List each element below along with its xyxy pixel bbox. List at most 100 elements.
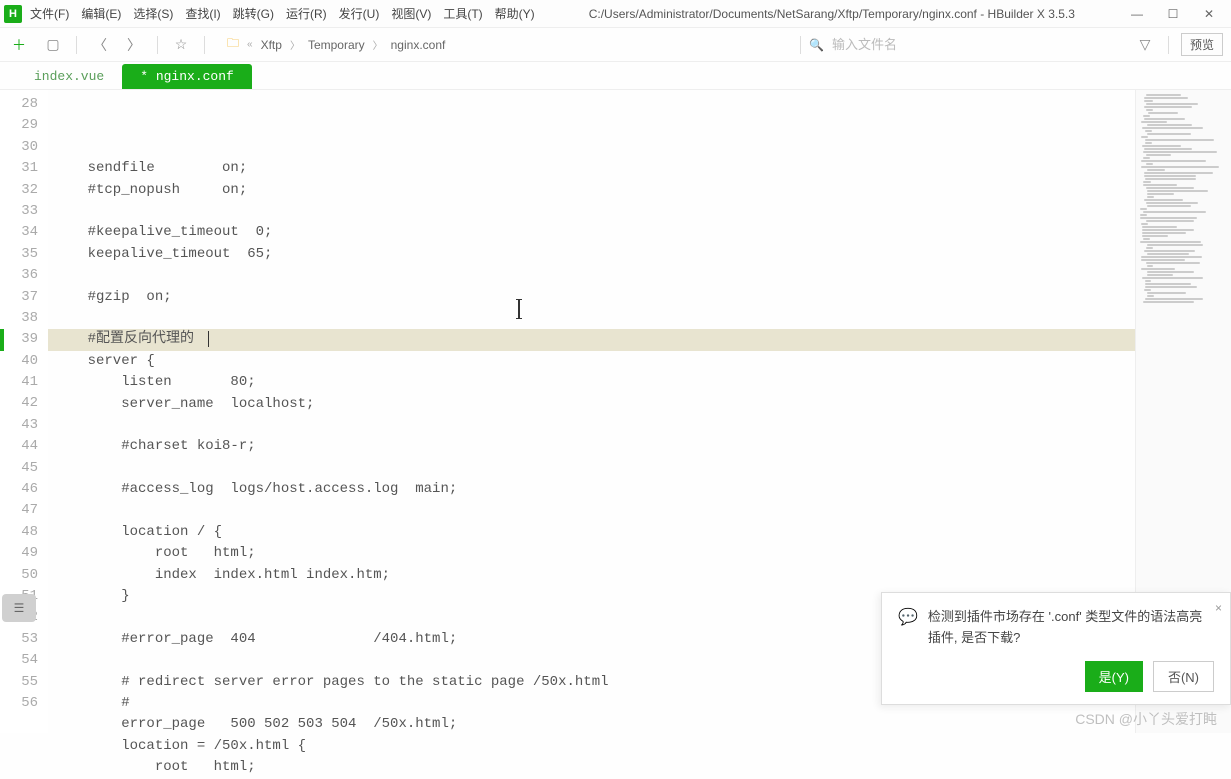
- code-line[interactable]: root html;: [48, 757, 1135, 778]
- menu-tools[interactable]: 工具(T): [443, 5, 482, 22]
- code-line[interactable]: #charset koi8-r;: [48, 436, 1135, 457]
- minimap-line: [1146, 154, 1170, 156]
- favorite-icon[interactable]: ☆: [170, 34, 192, 56]
- code-line[interactable]: index index.html index.htm;: [48, 565, 1135, 586]
- minimap-line: [1146, 163, 1153, 165]
- code-line[interactable]: #keepalive_timeout 0;: [48, 222, 1135, 243]
- search-icon[interactable]: 🔍: [809, 38, 824, 52]
- tab-nginx-conf[interactable]: * nginx.conf: [122, 64, 252, 89]
- minimap-line: [1146, 247, 1153, 249]
- file-search: 🔍: [800, 36, 1112, 54]
- nav-back-icon[interactable]: 〈: [89, 34, 111, 56]
- folder-icon[interactable]: 🗀: [227, 34, 239, 55]
- minimap-line: [1143, 115, 1150, 117]
- list-icon: ☰: [14, 601, 25, 615]
- code-line[interactable]: [48, 265, 1135, 286]
- minimap-line: [1144, 97, 1188, 99]
- close-icon[interactable]: ×: [1215, 601, 1222, 615]
- preview-button[interactable]: 预览: [1181, 33, 1223, 56]
- minimap-line: [1145, 142, 1152, 144]
- editor-tabs: index.vue * nginx.conf: [0, 62, 1231, 90]
- minimap-line: [1141, 256, 1202, 258]
- line-number-gutter: 2829303132333435363738394041424344454647…: [0, 90, 48, 733]
- line-number: 28: [0, 94, 38, 115]
- tab-index-vue[interactable]: index.vue: [16, 64, 122, 89]
- minimap-line: [1146, 109, 1153, 111]
- line-number: 39: [0, 329, 38, 350]
- main-menu: 文件(F) 编辑(E) 选择(S) 查找(I) 跳转(G) 运行(R) 发行(U…: [30, 5, 535, 22]
- line-number: 43: [0, 415, 38, 436]
- menu-find[interactable]: 查找(I): [185, 5, 220, 22]
- search-input[interactable]: [832, 37, 1112, 52]
- menu-select[interactable]: 选择(S): [133, 5, 173, 22]
- no-button[interactable]: 否(N): [1153, 661, 1214, 692]
- breadcrumb-item[interactable]: Temporary: [308, 38, 365, 52]
- line-number: 46: [0, 479, 38, 500]
- separator: [157, 36, 158, 54]
- breadcrumb-collapse[interactable]: «: [247, 39, 253, 50]
- minimap-line: [1147, 169, 1164, 171]
- code-line[interactable]: location / {: [48, 522, 1135, 543]
- outline-toggle-button[interactable]: ☰: [2, 594, 36, 622]
- minimap-line: [1147, 253, 1189, 255]
- filter-icon[interactable]: ▽: [1134, 34, 1156, 56]
- save-icon[interactable]: ▢: [42, 34, 64, 56]
- nav-forward-icon[interactable]: 〉: [123, 34, 145, 56]
- minimap-line: [1144, 106, 1192, 108]
- code-line[interactable]: #tcp_nopush on;: [48, 180, 1135, 201]
- code-line[interactable]: [48, 500, 1135, 521]
- minimap-line: [1145, 280, 1152, 282]
- code-line[interactable]: [48, 201, 1135, 222]
- minimap-line: [1144, 148, 1192, 150]
- code-line[interactable]: #配置反向代理的: [48, 329, 1135, 350]
- menu-view[interactable]: 视图(V): [391, 5, 431, 22]
- minimap-line: [1147, 190, 1208, 192]
- toolbar: ＋ ▢ 〈 〉 ☆ 🗀 « Xftp 〉 Temporary 〉 nginx.c…: [0, 28, 1231, 62]
- minimap-line: [1141, 223, 1148, 225]
- minimap-line: [1147, 274, 1173, 276]
- line-number: 48: [0, 522, 38, 543]
- code-line[interactable]: #gzip on;: [48, 287, 1135, 308]
- minimap-line: [1140, 214, 1147, 216]
- minimap-line: [1147, 271, 1195, 273]
- minimap-line: [1143, 151, 1217, 153]
- maximize-button[interactable]: ☐: [1165, 7, 1181, 21]
- menu-help[interactable]: 帮助(Y): [495, 5, 535, 22]
- code-line[interactable]: root html;: [48, 543, 1135, 564]
- menu-file[interactable]: 文件(F): [30, 5, 69, 22]
- code-line[interactable]: listen 80;: [48, 372, 1135, 393]
- window-controls: — ☐ ✕: [1129, 7, 1227, 21]
- minimap-line: [1145, 286, 1197, 288]
- minimap-line: [1143, 181, 1152, 183]
- minimize-button[interactable]: —: [1129, 7, 1145, 21]
- breadcrumb-item[interactable]: nginx.conf: [391, 38, 446, 52]
- menu-publish[interactable]: 发行(U): [339, 5, 380, 22]
- minimap-line: [1147, 196, 1154, 198]
- menu-edit[interactable]: 编辑(E): [81, 5, 121, 22]
- line-number: 37: [0, 287, 38, 308]
- code-line[interactable]: location = /50x.html {: [48, 736, 1135, 757]
- yes-button[interactable]: 是(Y): [1085, 661, 1143, 692]
- breadcrumb: 🗀 « Xftp 〉 Temporary 〉 nginx.conf: [227, 34, 788, 55]
- line-number: 42: [0, 393, 38, 414]
- separator: [76, 36, 77, 54]
- menu-goto[interactable]: 跳转(G): [233, 5, 274, 22]
- minimap-line: [1144, 175, 1196, 177]
- close-button[interactable]: ✕: [1201, 7, 1217, 21]
- code-line[interactable]: [48, 415, 1135, 436]
- code-line[interactable]: server {: [48, 351, 1135, 372]
- breadcrumb-item[interactable]: Xftp: [261, 38, 282, 52]
- code-line[interactable]: #access_log logs/host.access.log main;: [48, 479, 1135, 500]
- new-file-icon[interactable]: ＋: [8, 34, 30, 56]
- line-number: 45: [0, 458, 38, 479]
- code-line[interactable]: sendfile on;: [48, 158, 1135, 179]
- code-line[interactable]: keepalive_timeout 65;: [48, 244, 1135, 265]
- minimap-line: [1144, 289, 1151, 291]
- code-line[interactable]: [48, 308, 1135, 329]
- separator: [1168, 36, 1169, 54]
- code-line[interactable]: [48, 458, 1135, 479]
- minimap-line: [1143, 211, 1206, 213]
- menu-run[interactable]: 运行(R): [286, 5, 327, 22]
- minimap-line: [1141, 166, 1219, 168]
- code-line[interactable]: server_name localhost;: [48, 394, 1135, 415]
